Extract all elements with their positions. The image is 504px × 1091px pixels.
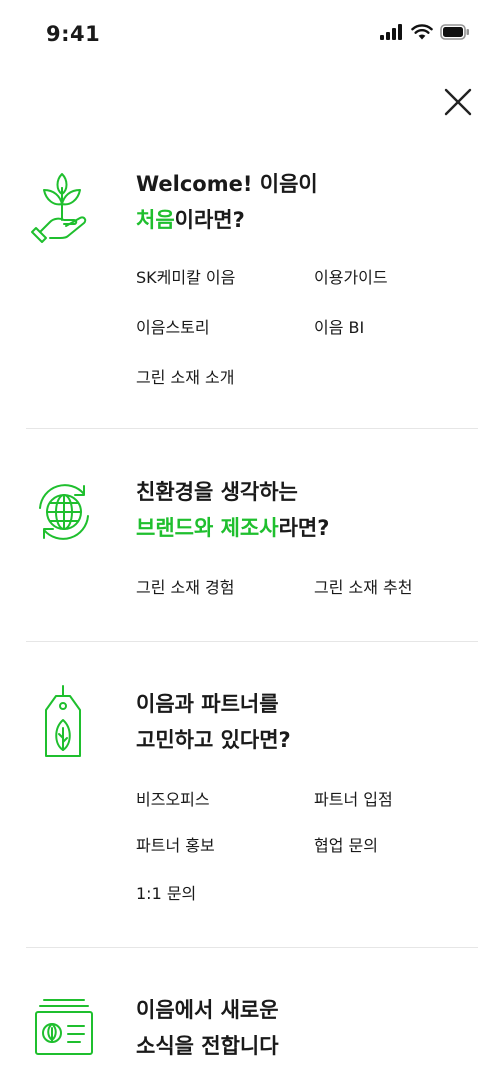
section-title-line2: 고민하고 있다면? bbox=[136, 728, 291, 752]
newsletter-icon bbox=[26, 988, 102, 1064]
section-title: Welcome! 이음이 처음이라면? bbox=[136, 166, 318, 238]
link-partner-entry[interactable]: 파트너 입점 bbox=[314, 786, 393, 810]
link-green-material-experience[interactable]: 그린 소재 경험 bbox=[136, 574, 235, 598]
divider bbox=[26, 428, 478, 429]
section-title-highlight: 브랜드와 제조사 bbox=[136, 516, 279, 540]
divider bbox=[26, 947, 478, 948]
link-ieum-story[interactable]: 이음스토리 bbox=[136, 314, 210, 338]
section-title-line1: Welcome! 이음이 bbox=[136, 172, 318, 196]
link-ieum-bi[interactable]: 이음 BI bbox=[314, 314, 364, 338]
section-title-line1: 이음과 파트너를 bbox=[136, 692, 279, 716]
status-icons bbox=[380, 24, 470, 40]
wifi-icon bbox=[411, 24, 433, 40]
link-green-material-intro[interactable]: 그린 소재 소개 bbox=[136, 364, 235, 388]
section-title-line1: 친환경을 생각하는 bbox=[136, 480, 298, 504]
section-title: 이음과 파트너를 고민하고 있다면? bbox=[136, 686, 291, 758]
eco-globe-icon bbox=[26, 474, 102, 550]
section-title-rest: 이라면? bbox=[174, 208, 245, 232]
section-title-line2: 브랜드와 제조사라면? bbox=[136, 510, 329, 546]
cellular-signal-icon bbox=[380, 24, 404, 40]
link-sk-chemical-ieum[interactable]: SK케미칼 이음 bbox=[136, 264, 235, 288]
status-time: 9:41 bbox=[46, 22, 101, 46]
divider bbox=[26, 641, 478, 642]
section-title-line2: 소식을 전합니다 bbox=[136, 1034, 279, 1058]
section-title-line2: 처음이라면? bbox=[136, 202, 318, 238]
link-green-material-recommend[interactable]: 그린 소재 추천 bbox=[314, 574, 413, 598]
status-bar: 9:41 bbox=[0, 0, 504, 70]
link-user-guide[interactable]: 이용가이드 bbox=[314, 264, 388, 288]
hand-sprout-icon bbox=[26, 168, 102, 244]
battery-icon bbox=[440, 24, 470, 40]
link-partner-promotion[interactable]: 파트너 홍보 bbox=[136, 832, 215, 856]
section-title: 이음에서 새로운 소식을 전합니다 bbox=[136, 992, 279, 1064]
leaf-tag-icon bbox=[26, 684, 102, 760]
link-collaboration-inquiry[interactable]: 협업 문의 bbox=[314, 832, 378, 856]
close-icon bbox=[444, 88, 472, 116]
link-one-on-one-inquiry[interactable]: 1:1 문의 bbox=[136, 880, 196, 904]
section-title-rest: 라면? bbox=[278, 516, 330, 540]
section-title: 친환경을 생각하는 브랜드와 제조사라면? bbox=[136, 474, 329, 546]
link-biz-office[interactable]: 비즈오피스 bbox=[136, 786, 210, 810]
section-title-highlight: 처음 bbox=[136, 208, 175, 232]
close-button[interactable] bbox=[440, 84, 476, 120]
section-title-line1: 이음에서 새로운 bbox=[136, 998, 279, 1022]
